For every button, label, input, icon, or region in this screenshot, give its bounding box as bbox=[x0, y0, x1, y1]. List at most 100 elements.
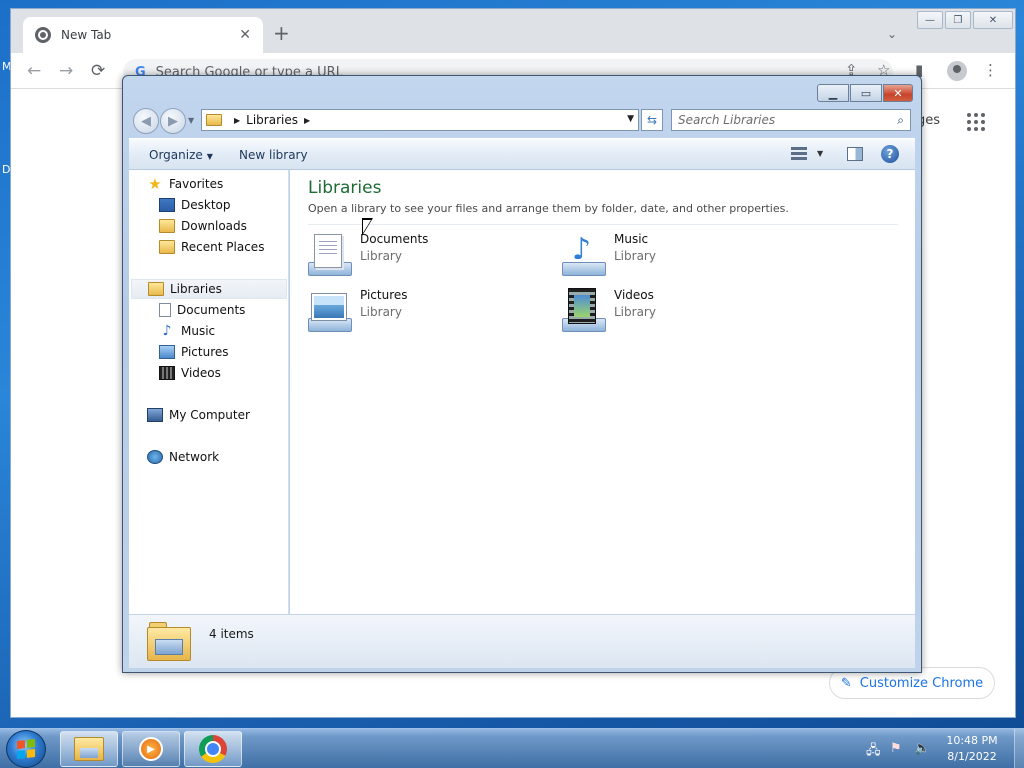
recent-pages-dropdown-icon[interactable]: ▼ bbox=[188, 116, 194, 125]
library-item-pictures[interactable]: Pictures Library bbox=[306, 288, 536, 336]
library-type: Library bbox=[360, 249, 402, 263]
nav-label: Network bbox=[169, 450, 220, 464]
explorer-close-button[interactable]: ✕ bbox=[883, 84, 913, 102]
library-name: Pictures bbox=[360, 288, 408, 302]
nav-label: Videos bbox=[181, 366, 221, 380]
chrome-close-button[interactable]: ✕ bbox=[972, 11, 1013, 29]
explorer-window: ▁ ▭ ✕ ◀ ▶ ▼ ▶ Libraries ▶ ▼ ⇆ ⌕ Organize… bbox=[122, 75, 922, 673]
chrome-minimize-button[interactable]: — bbox=[917, 11, 943, 29]
library-item-music[interactable]: ♪ Music Library bbox=[560, 232, 790, 280]
taskbar: ▶ 🖧 ⚑ 🔈 10:48 PM 8/1/2022 bbox=[0, 728, 1024, 768]
libraries-icon bbox=[148, 282, 164, 296]
documents-library-icon bbox=[306, 232, 352, 278]
nav-item-downloads[interactable]: Downloads bbox=[159, 216, 247, 236]
recent-places-icon bbox=[159, 240, 175, 254]
navigation-pane: ★ Favorites Desktop Downloads Recent Pla… bbox=[129, 170, 289, 614]
profile-avatar-icon[interactable] bbox=[947, 61, 967, 81]
show-desktop-button[interactable] bbox=[1014, 729, 1024, 768]
nav-item-network[interactable]: Network bbox=[147, 447, 219, 467]
nav-label: Libraries bbox=[170, 282, 222, 296]
pencil-icon: ✎ bbox=[840, 675, 852, 691]
taskbar-explorer-button[interactable] bbox=[60, 731, 118, 767]
nav-item-desktop[interactable]: Desktop bbox=[159, 195, 231, 215]
network-icon bbox=[147, 450, 163, 464]
breadcrumb-libraries[interactable]: Libraries bbox=[246, 113, 298, 127]
nav-label: Music bbox=[181, 324, 216, 338]
back-arrow-icon[interactable]: ← bbox=[27, 61, 41, 81]
taskbar-chrome-button[interactable] bbox=[184, 731, 242, 767]
new-library-button[interactable]: New library bbox=[239, 148, 308, 162]
organize-button[interactable]: Organize ▼ bbox=[149, 148, 213, 162]
command-bar: Organize ▼ New library ▼ ? bbox=[129, 138, 915, 170]
nav-item-libraries[interactable]: Libraries bbox=[131, 279, 287, 299]
chrome-tab-new-tab[interactable]: New Tab ✕ bbox=[23, 17, 263, 53]
system-clock[interactable]: 10:48 PM 8/1/2022 bbox=[932, 733, 1012, 765]
nav-label: Downloads bbox=[181, 219, 247, 233]
view-options-dropdown-icon[interactable]: ▼ bbox=[817, 149, 823, 158]
explorer-maximize-button[interactable]: ▭ bbox=[850, 84, 882, 102]
nav-label: Documents bbox=[177, 303, 246, 317]
page-description: Open a library to see your files and arr… bbox=[308, 202, 789, 215]
explorer-back-button[interactable]: ◀ bbox=[133, 108, 159, 134]
library-item-videos[interactable]: Videos Library bbox=[560, 288, 790, 336]
chrome-menu-icon[interactable]: ⋮ bbox=[983, 61, 998, 79]
tab-close-icon[interactable]: ✕ bbox=[239, 27, 251, 43]
nav-item-music[interactable]: ♪ Music bbox=[159, 321, 216, 341]
search-icon[interactable]: ⌕ bbox=[897, 113, 904, 128]
music-library-icon: ♪ bbox=[560, 232, 606, 278]
nav-item-videos[interactable]: Videos bbox=[159, 363, 221, 383]
reload-icon[interactable]: ⟳ bbox=[91, 61, 105, 81]
address-dropdown-icon[interactable]: ▼ bbox=[627, 114, 634, 124]
chrome-caption-buttons: — ❐ ✕ bbox=[917, 11, 1013, 29]
pictures-library-icon bbox=[306, 288, 352, 334]
mouse-cursor-fill bbox=[363, 220, 371, 233]
start-button[interactable] bbox=[6, 730, 46, 768]
explorer-minimize-button[interactable]: ▁ bbox=[817, 84, 849, 102]
downloads-folder-icon bbox=[159, 219, 175, 233]
nav-item-favorites[interactable]: ★ Favorites bbox=[147, 174, 223, 194]
search-input[interactable] bbox=[678, 113, 898, 127]
nav-item-documents[interactable]: Documents bbox=[159, 300, 245, 320]
network-tray-icon[interactable]: 🖧 bbox=[866, 741, 881, 763]
item-count: 4 items bbox=[209, 627, 254, 641]
search-box[interactable]: ⌕ bbox=[671, 109, 911, 131]
library-type: Library bbox=[614, 249, 656, 263]
nav-item-pictures[interactable]: Pictures bbox=[159, 342, 229, 362]
page-title: Libraries bbox=[308, 178, 382, 198]
library-name: Music bbox=[614, 232, 649, 246]
videos-library-icon bbox=[560, 288, 606, 334]
desktop-icon bbox=[159, 198, 175, 212]
preview-pane-icon[interactable] bbox=[847, 147, 863, 161]
forward-arrow-icon[interactable]: → bbox=[59, 61, 73, 81]
refresh-button[interactable]: ⇆ bbox=[641, 109, 663, 131]
star-icon: ★ bbox=[148, 175, 162, 193]
tab-search-icon[interactable]: ⌄ bbox=[887, 27, 897, 41]
breadcrumb-arrow-icon[interactable]: ▶ bbox=[234, 116, 240, 125]
nav-label: Desktop bbox=[181, 198, 231, 212]
address-bar[interactable]: ▶ Libraries ▶ ▼ bbox=[201, 109, 639, 131]
chrome-maximize-button[interactable]: ❐ bbox=[944, 11, 971, 29]
help-icon[interactable]: ? bbox=[881, 145, 899, 163]
libraries-folder-icon bbox=[147, 621, 193, 663]
breadcrumb-arrow-icon[interactable]: ▶ bbox=[304, 116, 310, 125]
google-apps-icon[interactable] bbox=[967, 113, 985, 131]
action-center-flag-icon[interactable]: ⚑ bbox=[890, 741, 902, 756]
nav-item-my-computer[interactable]: My Computer bbox=[147, 405, 250, 425]
divider bbox=[308, 224, 898, 225]
nav-item-recent-places[interactable]: Recent Places bbox=[159, 237, 264, 257]
chrome-favicon-icon bbox=[35, 27, 51, 43]
taskbar-media-player-button[interactable]: ▶ bbox=[122, 731, 180, 767]
volume-icon[interactable]: 🔈 bbox=[914, 741, 930, 756]
clock-date: 8/1/2022 bbox=[947, 750, 997, 763]
nav-label: Pictures bbox=[181, 345, 229, 359]
organize-label: Organize bbox=[149, 148, 203, 162]
library-item-documents[interactable]: Documents Library bbox=[306, 232, 536, 280]
media-player-icon: ▶ bbox=[139, 737, 163, 761]
nav-label: Recent Places bbox=[181, 240, 265, 254]
nav-label: Favorites bbox=[169, 177, 224, 191]
content-pane: Libraries Open a library to see your fil… bbox=[290, 170, 915, 614]
change-view-icon[interactable] bbox=[791, 147, 807, 161]
new-tab-button[interactable]: + bbox=[273, 21, 290, 45]
explorer-forward-button[interactable]: ▶ bbox=[160, 108, 186, 134]
library-type: Library bbox=[614, 305, 656, 319]
